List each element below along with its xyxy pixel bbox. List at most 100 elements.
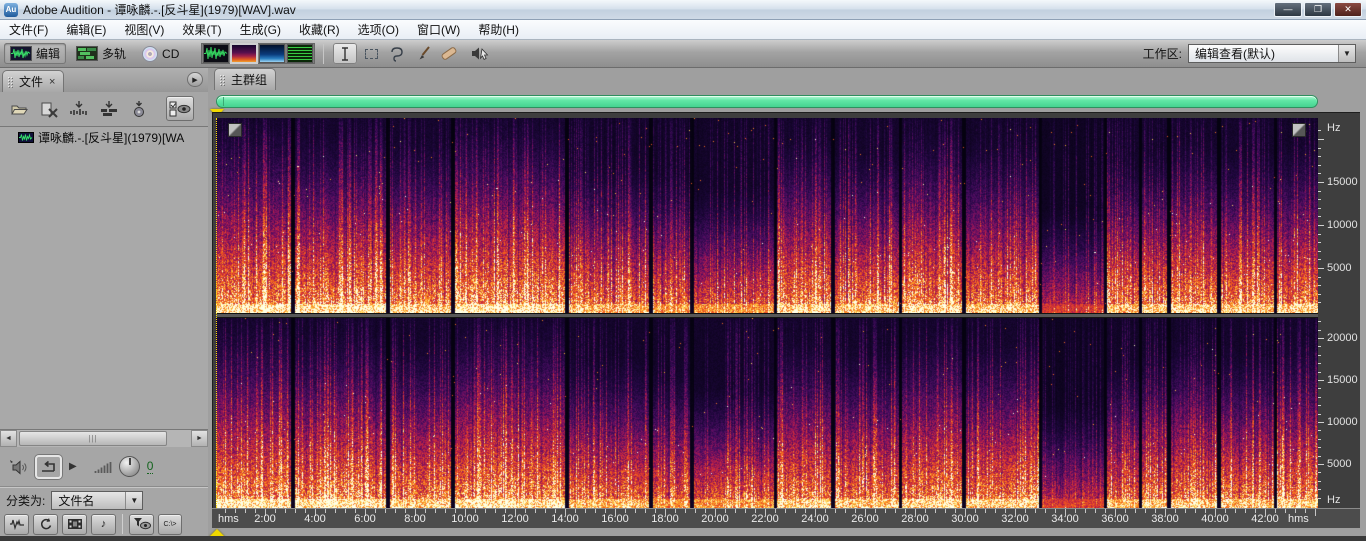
zoom-navigation-bar[interactable] xyxy=(216,95,1318,108)
display-mode-group xyxy=(201,43,315,64)
waveform-display-button[interactable] xyxy=(203,44,229,63)
preview-volume-value[interactable]: 0 xyxy=(147,459,154,474)
cd-view-button[interactable]: CD xyxy=(136,44,185,64)
freq-label: Hz xyxy=(1327,122,1340,134)
time-ruler[interactable]: 2:004:006:008:0010:0012:0014:0016:0018:0… xyxy=(212,508,1360,528)
time-selection-tool[interactable] xyxy=(333,43,357,64)
maximize-button[interactable]: ❐ xyxy=(1304,2,1332,17)
play-preview-button[interactable]: ▶ xyxy=(69,461,77,472)
time-tick xyxy=(345,509,346,513)
phase-display-button[interactable] xyxy=(287,44,313,63)
spectrogram-right-channel[interactable] xyxy=(216,318,1318,508)
file-item[interactable]: 谭咏麟.-.[反斗星](1979)[WA xyxy=(0,127,208,148)
panel-menu-button[interactable]: ▶ xyxy=(187,72,203,87)
time-label: 24:00 xyxy=(801,513,829,525)
frequency-ruler[interactable]: 15000100005000Hz2000015000100005000Hz xyxy=(1318,112,1360,508)
import-audio-button[interactable] xyxy=(68,99,90,119)
time-tick xyxy=(385,509,386,513)
spot-healing-tool[interactable] xyxy=(437,43,461,64)
import-file-button[interactable] xyxy=(8,99,30,119)
menu-view[interactable]: 视图(V) xyxy=(115,19,173,40)
freq-tick xyxy=(1318,405,1321,406)
sort-row: 分类为: 文件名 ▼ xyxy=(0,488,208,512)
pan-spectral-display-button[interactable] xyxy=(259,44,285,63)
time-tick xyxy=(435,509,436,513)
menu-edit[interactable]: 编辑(E) xyxy=(57,19,115,40)
freq-tick xyxy=(1318,380,1324,381)
time-label: 40:00 xyxy=(1201,513,1229,525)
freq-tick xyxy=(1318,148,1321,149)
files-panel: 文件 × ▶ 谭咏麟.-.[反斗星](1979)[WA xyxy=(0,68,208,536)
menu-options[interactable]: 选项(O) xyxy=(349,19,408,40)
scroll-left-button[interactable]: ◄ xyxy=(0,430,17,447)
main-group-tab[interactable]: 主群组 xyxy=(214,68,276,90)
chevron-down-icon[interactable]: ▼ xyxy=(125,492,142,509)
waveform-icon xyxy=(10,46,32,61)
scrollbar-thumb[interactable]: ||| xyxy=(19,431,167,446)
menu-generate[interactable]: 生成(G) xyxy=(231,19,290,40)
multitrack-view-button[interactable]: 多轨 xyxy=(70,43,132,64)
time-tick xyxy=(445,509,446,513)
spectral-display-button[interactable] xyxy=(231,44,257,63)
scrub-tool[interactable] xyxy=(468,43,492,64)
freq-tick xyxy=(1318,173,1321,174)
loop-play-button[interactable] xyxy=(35,455,62,479)
freq-tick xyxy=(1318,388,1321,389)
menu-favorites[interactable]: 收藏(R) xyxy=(290,19,349,40)
corner-handle-right-icon[interactable] xyxy=(1292,123,1306,137)
preview-output-icon xyxy=(8,459,28,475)
menu-effects[interactable]: 效果(T) xyxy=(173,19,230,40)
files-tab[interactable]: 文件 × xyxy=(2,70,64,92)
close-file-button[interactable] xyxy=(38,99,60,119)
freq-tick xyxy=(1318,216,1321,217)
spectrogram-left-channel[interactable] xyxy=(216,118,1318,313)
cd-icon xyxy=(142,46,158,62)
time-label: 42:00 xyxy=(1251,513,1279,525)
lasso-selection-tool[interactable] xyxy=(385,43,409,64)
close-button[interactable]: ✕ xyxy=(1334,2,1362,17)
preview-volume-knob[interactable] xyxy=(119,456,140,477)
effects-paintbrush-tool[interactable] xyxy=(411,43,435,64)
freq-tick xyxy=(1318,489,1321,490)
freq-tick xyxy=(1318,372,1321,373)
corner-handle-left-icon[interactable] xyxy=(228,123,242,137)
freq-tick xyxy=(1318,481,1321,482)
options-toggle-button[interactable] xyxy=(166,96,194,121)
freq-tick xyxy=(1318,464,1324,465)
show-audio-files-button[interactable] xyxy=(4,514,29,535)
time-tick xyxy=(1285,509,1286,513)
workspace-select[interactable]: 编辑查看(默认) ▼ xyxy=(1188,44,1356,63)
workspace-label: 工作区: xyxy=(1143,45,1182,62)
import-session-button[interactable] xyxy=(98,99,120,119)
freq-tick xyxy=(1318,338,1324,339)
filter-divider xyxy=(122,514,123,534)
time-tick xyxy=(835,509,836,513)
show-video-files-button[interactable] xyxy=(62,514,87,535)
show-loop-files-button[interactable] xyxy=(33,514,58,535)
freq-label: 5000 xyxy=(1327,262,1351,274)
files-tab-row: 文件 × ▶ xyxy=(0,68,208,92)
time-tick xyxy=(585,509,586,513)
scroll-right-button[interactable]: ► xyxy=(191,430,208,447)
sort-select[interactable]: 文件名 ▼ xyxy=(51,491,143,510)
advanced-filter-button[interactable] xyxy=(129,514,154,535)
show-midi-files-button[interactable]: ♪ xyxy=(91,514,116,535)
edit-view-button[interactable]: 编辑 xyxy=(4,43,66,64)
show-full-path-button[interactable]: C:\> xyxy=(158,514,182,535)
menu-help[interactable]: 帮助(H) xyxy=(469,19,528,40)
playhead-cursor[interactable] xyxy=(216,118,217,508)
time-tick xyxy=(1235,509,1236,513)
filter-row: ♪ C:\> xyxy=(0,512,208,536)
multitrack-view-label: 多轨 xyxy=(102,45,126,62)
chevron-down-icon[interactable]: ▼ xyxy=(1338,45,1355,62)
minimize-button[interactable]: — xyxy=(1274,2,1302,17)
time-tick xyxy=(495,509,496,513)
import-cd-button[interactable] xyxy=(128,99,150,119)
menu-file[interactable]: 文件(F) xyxy=(0,19,57,40)
marquee-selection-tool[interactable] xyxy=(359,43,383,64)
menu-window[interactable]: 窗口(W) xyxy=(408,19,469,40)
toolbar-separator xyxy=(323,44,324,64)
files-tab-close-icon[interactable]: × xyxy=(49,76,55,88)
cd-view-label: CD xyxy=(162,47,179,61)
time-tick xyxy=(1185,509,1186,513)
